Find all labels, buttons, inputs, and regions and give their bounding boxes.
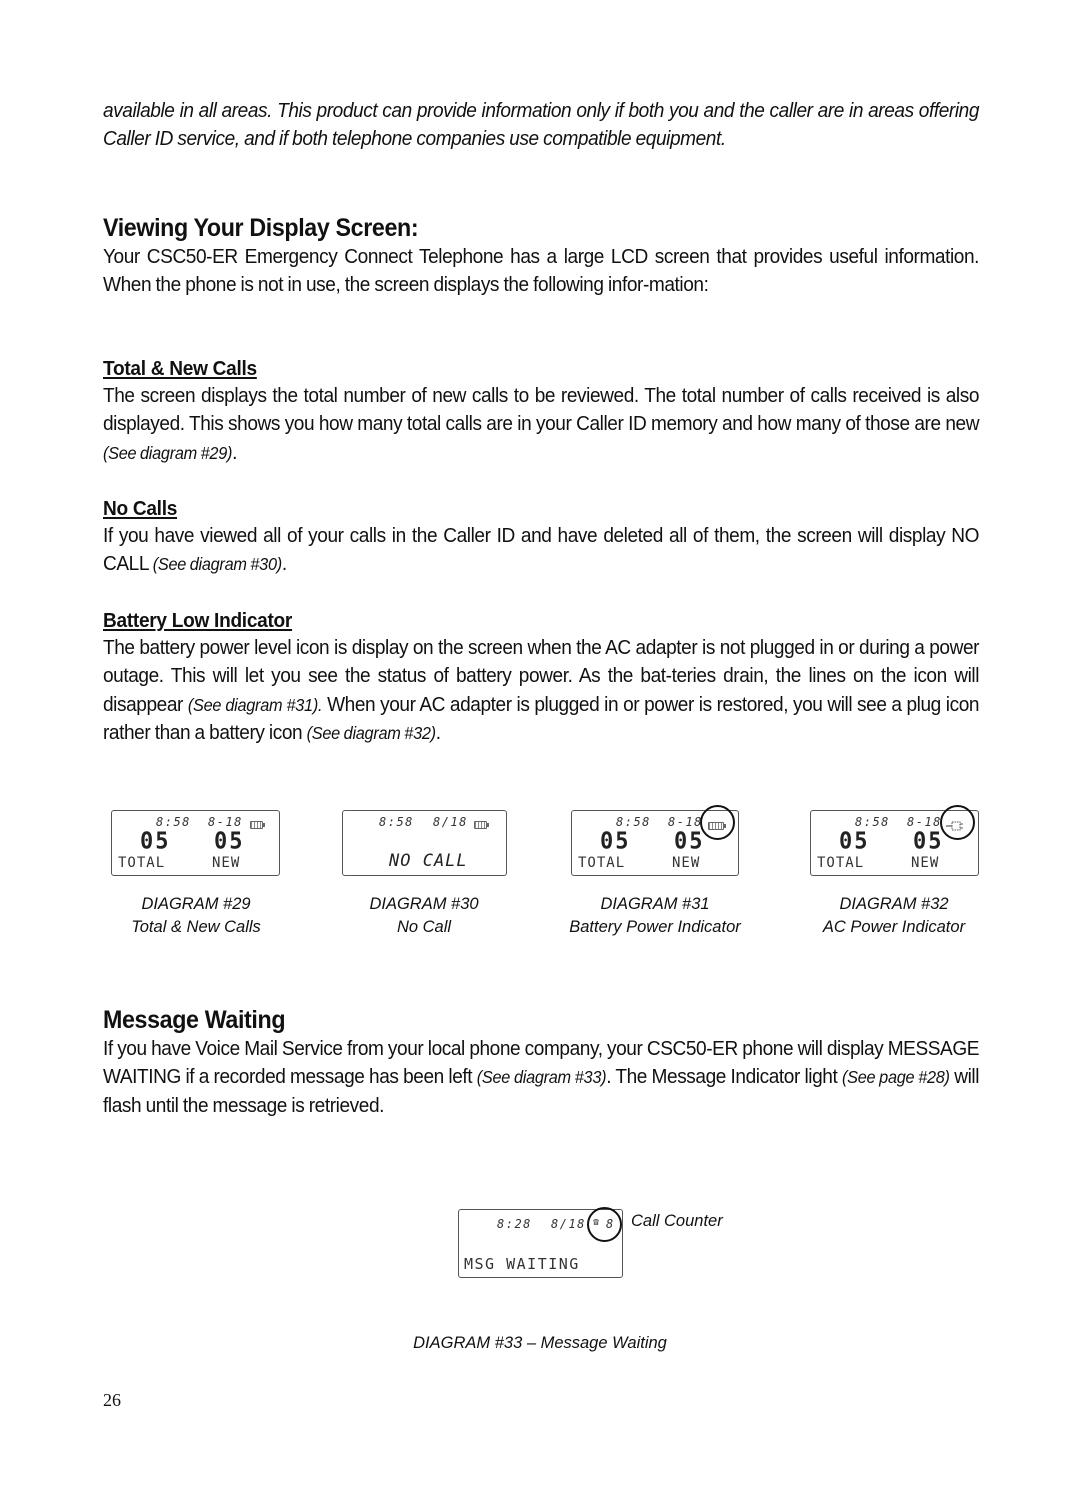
lcd-total-label: TOTAL <box>817 855 865 871</box>
message-waiting-body: If you have Voice Mail Service from your… <box>103 1035 979 1120</box>
battery-section: Battery Low Indicator The battery power … <box>103 608 979 747</box>
lcd-date: 8-18 <box>208 815 243 829</box>
lcd-date: 8/18 <box>433 815 468 829</box>
lcd-total-count: 05 <box>600 828 631 855</box>
highlight-circle <box>587 1207 622 1242</box>
display-body: Your CSC50-ER Emergency Connect Telephon… <box>103 245 980 297</box>
message-waiting-section: Message Waiting If you have Voice Mail S… <box>103 1005 979 1120</box>
lcd-date: 8-18 <box>907 815 942 829</box>
diagram-reference: (See diagram #32) <box>306 722 436 743</box>
subheading-no-calls: No Calls <box>103 497 178 520</box>
diagram-title: DIAGRAM #31 <box>600 895 710 913</box>
lcd-total-label: TOTAL <box>118 855 166 871</box>
section-heading-display: Viewing Your Display Screen: <box>103 214 419 242</box>
mw-text-2: . The Message Indicator light <box>606 1065 838 1089</box>
diagram-31-caption: DIAGRAM #31 Battery Power Indicator <box>555 893 755 939</box>
no-calls-section: No Calls If you have viewed all of your … <box>103 496 979 579</box>
lcd-date: 8-18 <box>668 815 703 829</box>
subheading-battery: Battery Low Indicator <box>103 609 293 632</box>
total-new-body: The screen displays the total number of … <box>103 382 979 467</box>
lcd-new-count: 05 <box>913 828 944 855</box>
lcd-date: 8/18 <box>551 1217 586 1231</box>
page-number: 26 <box>103 1390 121 1410</box>
battery-icon <box>250 821 265 829</box>
lcd-total-count: 05 <box>140 828 171 855</box>
diagram-reference: (See diagram #30) <box>152 554 282 575</box>
diagram-reference: (See diagram #33) <box>476 1067 607 1088</box>
battery-icon <box>474 821 489 829</box>
lcd-new-count: 05 <box>214 828 245 855</box>
lcd-time: 8:58 <box>855 815 890 829</box>
intro-text: available in all areas. This product can… <box>103 99 980 151</box>
no-calls-body: If you have viewed all of your calls in … <box>103 522 979 579</box>
diagram-32-caption: DIAGRAM #32 AC Power Indicator <box>794 893 994 939</box>
lcd-message: NO CALL <box>389 851 468 871</box>
lcd-time: 8:58 <box>156 815 191 829</box>
display-section: Viewing Your Display Screen: Your CSC50-… <box>103 213 979 300</box>
lcd-diagram-29: 8:58 8-18 05 05 TOTAL NEW <box>111 810 280 876</box>
call-counter-callout: Call Counter <box>631 1212 723 1230</box>
diagram-title: DIAGRAM #30 <box>369 895 479 913</box>
total-new-section: Total & New Calls The screen displays th… <box>103 356 979 467</box>
lcd-time: 8:58 <box>379 815 414 829</box>
diagram-29-caption: DIAGRAM #29 Total & New Calls <box>96 893 296 939</box>
lcd-message: MSG WAITING <box>464 1255 580 1273</box>
intro-section: available in all areas. This product can… <box>103 97 979 154</box>
diagram-subtitle: Battery Power Indicator <box>569 918 741 936</box>
lcd-time: 8:28 <box>497 1217 532 1231</box>
diagram-reference: (See diagram #31). <box>187 694 323 715</box>
page-reference: (See page #28) <box>841 1067 950 1088</box>
diagram-title: DIAGRAM #32 <box>839 895 949 913</box>
diagram-30-caption: DIAGRAM #30 No Call <box>324 893 524 939</box>
diagram-subtitle: AC Power Indicator <box>822 918 966 936</box>
lcd-time: 8:58 <box>616 815 651 829</box>
period: . <box>281 552 287 576</box>
subheading-total-new: Total & New Calls <box>103 357 257 380</box>
lcd-diagram-30: 8:58 8/18 NO CALL <box>342 810 507 876</box>
period: . <box>435 720 441 744</box>
lcd-total-label: TOTAL <box>578 855 626 871</box>
total-new-text: The screen displays the total number of … <box>103 384 980 436</box>
battery-body: The battery power level icon is display … <box>103 634 979 747</box>
highlight-circle <box>940 805 975 840</box>
period: . <box>232 440 238 464</box>
lcd-new-label: NEW <box>672 855 701 871</box>
diagram-subtitle: No Call <box>396 918 452 936</box>
diagram-33-caption: DIAGRAM #33 – Message Waiting <box>413 1334 667 1352</box>
lcd-new-label: NEW <box>911 855 940 871</box>
section-heading-message-waiting: Message Waiting <box>103 1006 286 1034</box>
diagram-reference: (See diagram #29) <box>103 442 233 463</box>
lcd-total-count: 05 <box>839 828 870 855</box>
diagram-subtitle: Total & New Calls <box>131 918 261 936</box>
highlight-circle <box>700 805 735 840</box>
lcd-new-count: 05 <box>674 828 705 855</box>
lcd-new-label: NEW <box>212 855 241 871</box>
diagram-title: DIAGRAM #29 <box>141 895 251 913</box>
